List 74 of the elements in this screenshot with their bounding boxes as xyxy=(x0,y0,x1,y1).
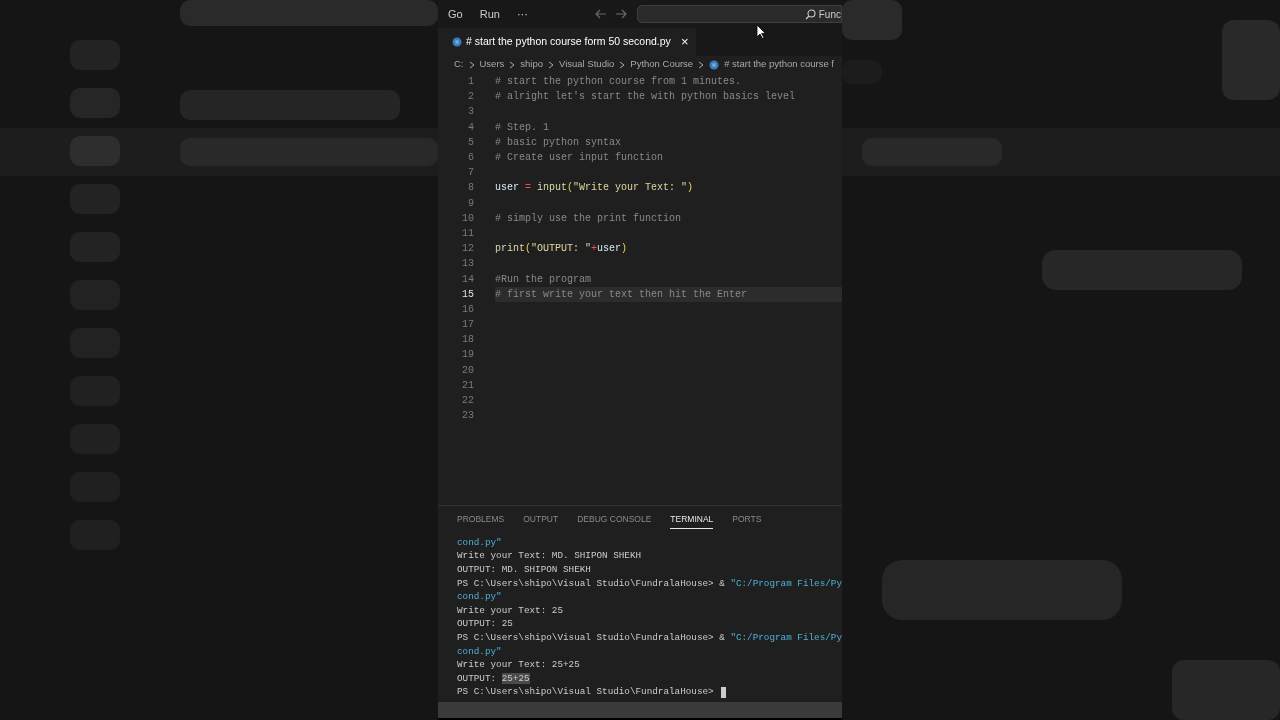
line-number: 19 xyxy=(461,348,474,363)
forward-arrow-icon xyxy=(614,9,627,19)
menu-item[interactable]: ··· xyxy=(516,5,528,23)
code-line: user = input("Write your Text: ") xyxy=(495,181,694,196)
terminal-line: Write your Text: MD. SHIPON SHEKH xyxy=(457,549,642,564)
mouse-pointer-icon xyxy=(756,24,766,39)
line-number: 1 xyxy=(467,75,474,90)
code-line: # Step. 1 xyxy=(495,120,549,135)
line-number: 6 xyxy=(467,151,474,166)
text-cursor xyxy=(721,686,727,698)
breadcrumb-item[interactable]: Python Course xyxy=(630,57,694,72)
code-line: #Run the program xyxy=(495,272,591,287)
code-line: # alright let's start the with python basics level xyxy=(495,90,796,105)
line-number: 16 xyxy=(461,302,474,317)
line-number: 3 xyxy=(467,105,474,120)
breadcrumb-item[interactable]: Visual Studio xyxy=(559,57,615,72)
code-line: # first write your text then hit the Enter xyxy=(495,287,748,302)
panel-tab[interactable]: PORTS xyxy=(732,508,762,530)
terminal-line: OUTPUT: MD. SHIPON SHEKH xyxy=(457,563,591,577)
terminal-line: Write your Text: 25+25 xyxy=(457,658,580,673)
line-number: 14 xyxy=(461,272,474,287)
code-line: print("OUTPUT: "+user) xyxy=(495,242,628,257)
panel-tab[interactable]: TERMINAL xyxy=(670,508,714,530)
terminal-line: cond.py" xyxy=(457,535,502,550)
terminal-line: Write your Text: 25 xyxy=(457,603,563,618)
line-number: 20 xyxy=(461,363,474,378)
close-icon[interactable]: × xyxy=(680,32,689,52)
chevron-right-icon xyxy=(468,60,475,69)
chevron-right-icon xyxy=(698,60,705,69)
panel-tab[interactable]: OUTPUT xyxy=(523,508,559,530)
search-field[interactable]: Func xyxy=(636,5,842,23)
terminal-line: PS C:\Users\shipo\Visual Studio\FundralaHouse> & "C:/Program Files/Py xyxy=(457,576,842,591)
line-number: 9 xyxy=(467,196,474,211)
python-file-icon xyxy=(709,59,720,70)
terminal-line: PS C:\Users\shipo\Visual Studio\FundralaHouse> & "C:/Program Files/Py xyxy=(457,631,842,645)
terminal-line: OUTPUT: 25 xyxy=(457,617,513,632)
python-file-icon xyxy=(452,37,462,47)
line-number: 23 xyxy=(461,409,474,424)
line-number: 7 xyxy=(467,166,474,181)
panel-tab[interactable]: DEBUG CONSOLE xyxy=(577,508,652,530)
line-number: 5 xyxy=(467,135,474,150)
panel-tab[interactable]: PROBLEMS xyxy=(457,508,505,530)
breadcrumb-item[interactable]: Users xyxy=(479,57,505,72)
line-number: 4 xyxy=(467,120,474,135)
chevron-right-icon xyxy=(509,60,516,69)
search-icon xyxy=(804,8,816,20)
terminal-line: cond.py" xyxy=(457,590,502,605)
back-arrow-icon xyxy=(594,9,607,19)
line-number: 13 xyxy=(461,257,474,272)
code-line: # basic python syntax xyxy=(495,135,622,150)
editor-tab[interactable]: # start the python course form 50 second.py × xyxy=(438,28,697,56)
code-line: # simply use the print function xyxy=(495,211,682,226)
menu-item[interactable]: Run xyxy=(479,5,500,23)
line-number: 12 xyxy=(461,242,474,257)
line-number: 18 xyxy=(461,333,474,348)
breadcrumb-item[interactable]: C: xyxy=(454,57,464,72)
menu-item[interactable]: Go xyxy=(448,5,463,23)
line-number: 21 xyxy=(461,378,474,393)
breadcrumb-item[interactable]: shipo xyxy=(520,57,544,72)
line-number: 11 xyxy=(461,226,474,241)
line-number: 22 xyxy=(461,394,474,409)
line-number: 2 xyxy=(467,90,474,105)
chevron-right-icon xyxy=(619,60,626,69)
terminal-line: OUTPUT: 25+25 xyxy=(457,671,530,686)
line-number: 15 xyxy=(461,287,474,302)
line-number: 17 xyxy=(461,318,474,333)
line-number: 8 xyxy=(467,181,474,196)
code-line: # Create user input function xyxy=(495,151,664,166)
chevron-right-icon xyxy=(548,60,555,69)
breadcrumb-item[interactable]: # start the python course f xyxy=(724,57,834,72)
line-number: 10 xyxy=(461,211,474,226)
code-line: # start the python course from 1 minutes. xyxy=(495,75,742,90)
terminal-line: PS C:\Users\shipo\Visual Studio\FundralaHouse> xyxy=(457,685,715,700)
terminal-line: cond.py" xyxy=(457,644,502,659)
